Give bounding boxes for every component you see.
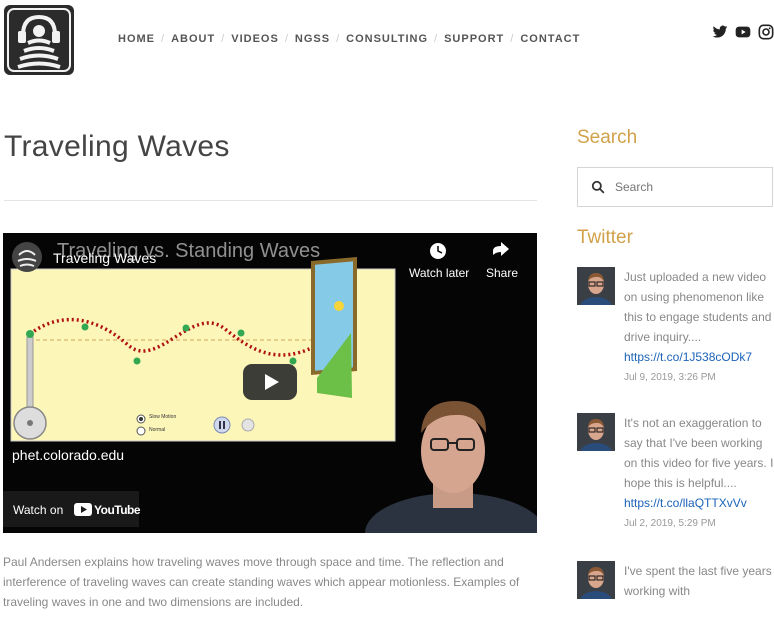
headphones-logo-icon: [7, 8, 71, 72]
tweet-text: It's not an exaggeration to say that I'v…: [624, 416, 774, 490]
avatar[interactable]: [577, 561, 615, 599]
nav-separator: /: [284, 33, 289, 45]
nav-separator: /: [161, 33, 166, 45]
watch-on-label[interactable]: Watch on: [13, 503, 63, 517]
nav-about[interactable]: ABOUT: [171, 33, 215, 45]
youtube-icon[interactable]: [735, 24, 751, 40]
twitter-icon[interactable]: [712, 24, 728, 40]
site-logo[interactable]: [4, 5, 74, 75]
avatar[interactable]: [577, 413, 615, 451]
nav-support[interactable]: SUPPORT: [444, 33, 504, 45]
nav-videos[interactable]: VIDEOS: [231, 33, 279, 45]
video-description: Paul Andersen explains how traveling wav…: [3, 555, 520, 609]
youtube-wordmark[interactable]: YouTube: [94, 503, 141, 517]
tweet-item: It's not an exaggeration to say that I'v…: [577, 413, 774, 543]
video-url-text: phet.colorado.edu: [12, 447, 125, 463]
tweet-text: Just uploaded a new video on using pheno…: [624, 270, 772, 344]
avatar[interactable]: [577, 267, 615, 305]
main-nav: HOME / ABOUT / VIDEOS / NGSS / CONSULTIN…: [118, 33, 580, 45]
tweet-date[interactable]: Jul 2, 2019, 5:29 PM: [624, 517, 774, 531]
nav-consulting[interactable]: CONSULTING: [346, 33, 428, 45]
nav-separator: /: [221, 33, 226, 45]
video-player[interactable]: Traveling vs. Standing Waves Traveling W…: [3, 233, 537, 533]
title-divider: [4, 200, 537, 201]
instagram-icon[interactable]: [758, 24, 774, 40]
social-links: [712, 24, 774, 40]
video-title[interactable]: Traveling Waves: [53, 250, 156, 266]
tweet-item: I've spent the last five years working w…: [577, 561, 774, 621]
watch-later-label[interactable]: Watch later: [409, 266, 469, 280]
sim-radio-slow: Slow Motion: [149, 414, 177, 420]
search-heading: Search: [577, 127, 638, 148]
tweet-link[interactable]: https://t.co/llaQTTXvVv: [624, 493, 774, 513]
tweet-item: Just uploaded a new video on using pheno…: [577, 267, 774, 397]
tweet-link[interactable]: https://t.co/1J538cODk7: [624, 347, 774, 367]
tweet-text: I've spent the last five years working w…: [624, 564, 772, 598]
tweet-date[interactable]: Jul 9, 2019, 3:26 PM: [624, 371, 774, 385]
sim-radio-normal: Normal: [149, 427, 166, 433]
nav-separator: /: [510, 33, 515, 45]
twitter-heading: Twitter: [577, 227, 633, 248]
share-label[interactable]: Share: [486, 266, 518, 280]
nav-separator: /: [336, 33, 341, 45]
search-icon: [591, 180, 605, 194]
nav-separator: /: [434, 33, 439, 45]
search-input[interactable]: [613, 179, 767, 195]
nav-contact[interactable]: CONTACT: [520, 33, 580, 45]
nav-ngss[interactable]: NGSS: [295, 33, 330, 45]
nav-home[interactable]: HOME: [118, 33, 155, 45]
search-box[interactable]: [577, 167, 773, 207]
page-title: Traveling Waves: [4, 130, 230, 163]
